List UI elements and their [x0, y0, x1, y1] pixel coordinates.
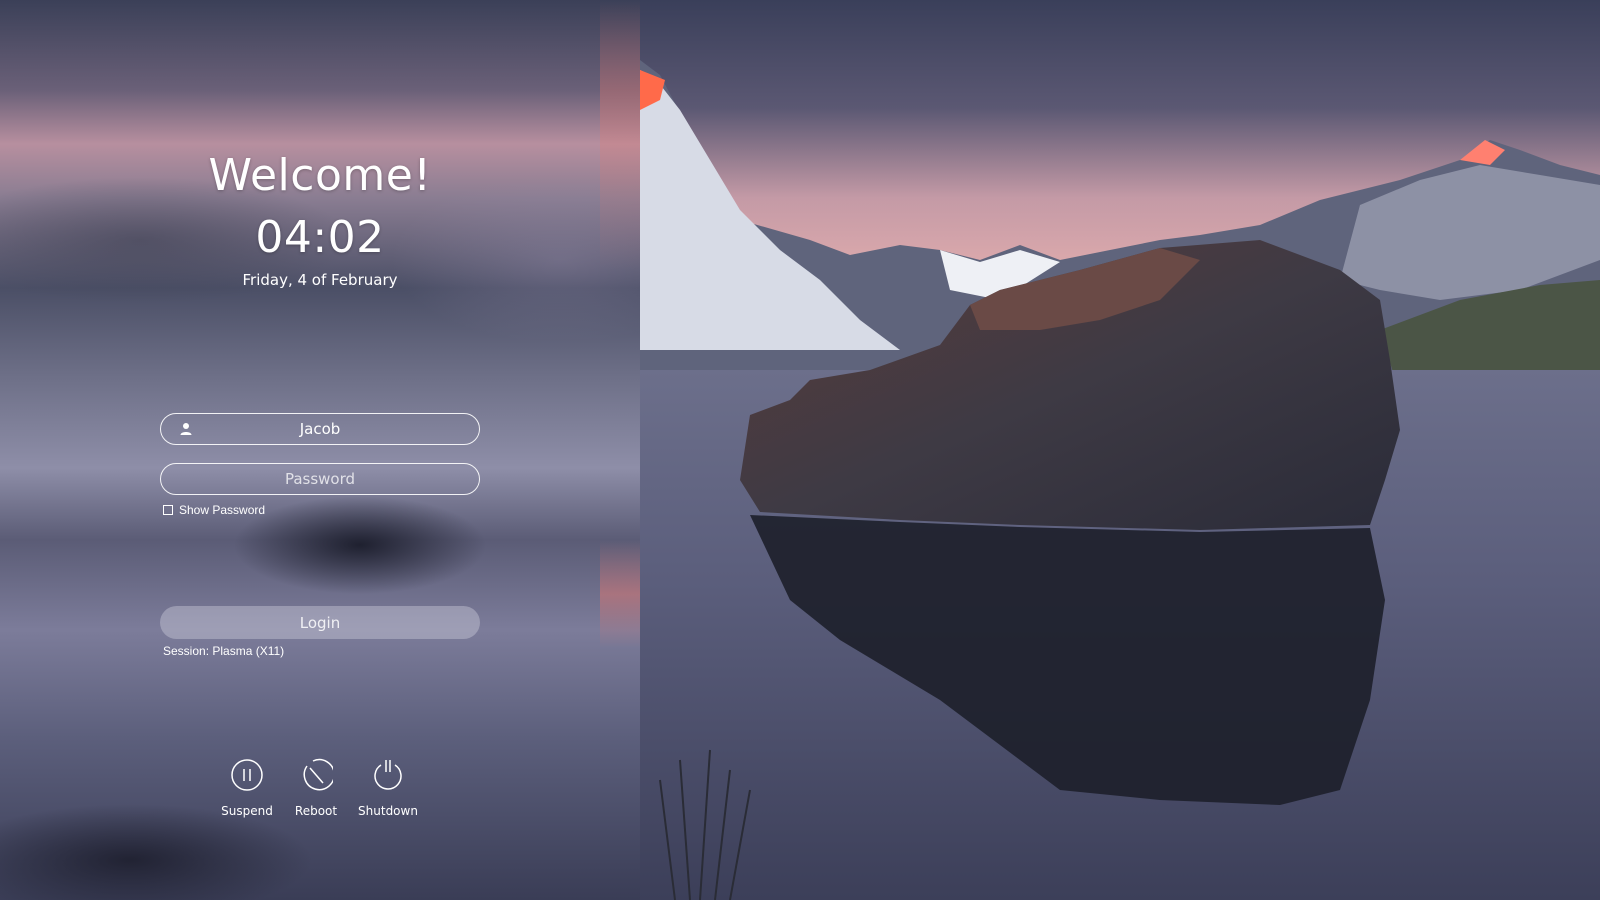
reboot-button[interactable]: Reboot [276, 758, 356, 818]
login-button[interactable]: Login [160, 606, 480, 639]
welcome-heading: Welcome! [208, 150, 432, 201]
clock-time: 04:02 [255, 212, 385, 263]
reboot-icon [303, 758, 333, 791]
username-field[interactable]: Jacob [160, 413, 480, 445]
password-field[interactable]: Password [160, 463, 480, 495]
reboot-label: Reboot [294, 804, 338, 818]
pause-circle-icon [231, 759, 263, 791]
user-icon [180, 423, 192, 435]
session-selector[interactable]: Session: Plasma (X11) [163, 644, 284, 658]
show-password-toggle[interactable]: Show Password [163, 503, 265, 517]
power-icon [374, 760, 402, 790]
suspend-button[interactable]: Suspend [207, 758, 287, 818]
show-password-label: Show Password [179, 503, 266, 517]
shutdown-button[interactable]: Shutdown [348, 758, 428, 818]
login-button-label: Login [299, 613, 341, 632]
password-placeholder: Password [284, 470, 356, 488]
show-password-checkbox[interactable] [163, 505, 173, 515]
clock-date: Friday, 4 of February [242, 271, 398, 289]
suspend-label: Suspend [221, 804, 273, 818]
wallpaper-image [640, 0, 1600, 900]
login-panel: Welcome! 04:02 Friday, 4 of February Jac… [0, 0, 640, 900]
shutdown-label: Shutdown [358, 804, 418, 818]
username-value: Jacob [299, 420, 341, 438]
